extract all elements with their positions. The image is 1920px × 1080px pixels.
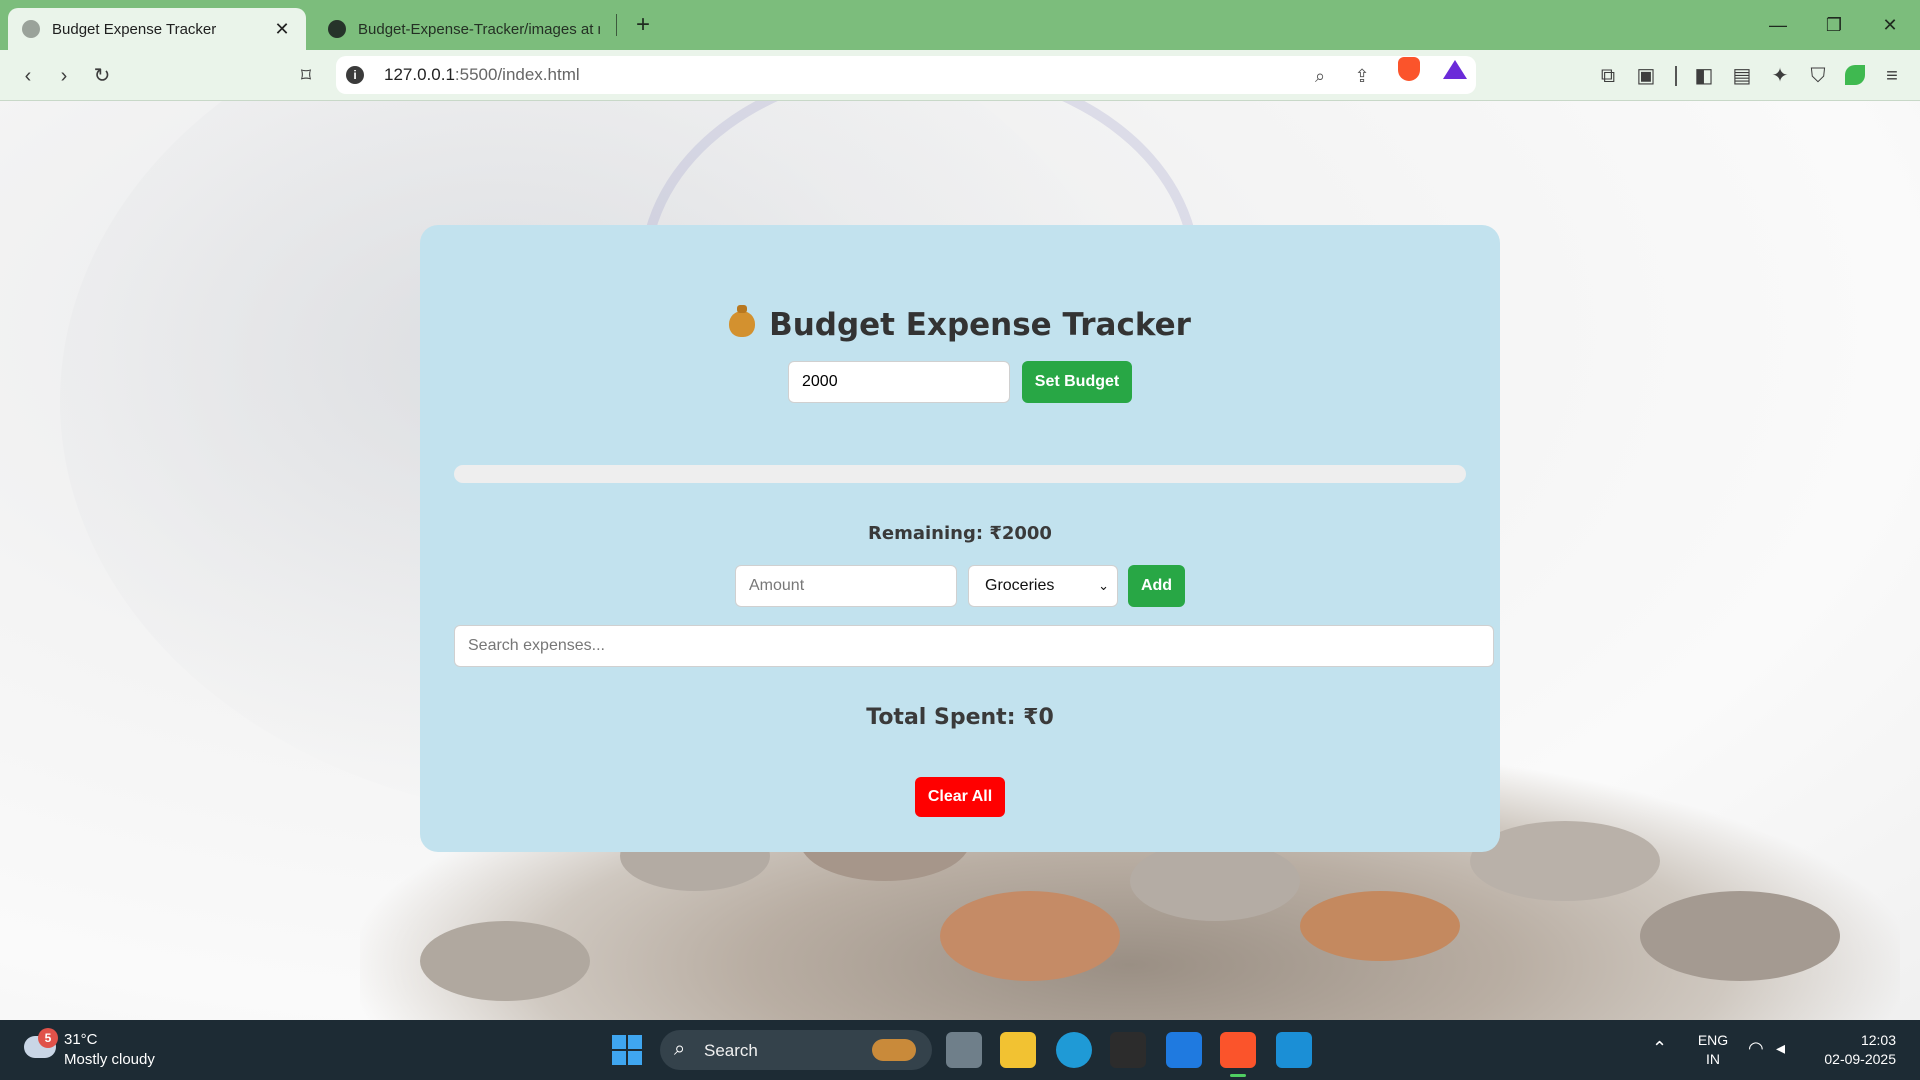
close-window-button[interactable]: ✕ [1870,10,1910,40]
system-clock[interactable]: 12:03 02-09-2025 [1810,1031,1896,1069]
category-selected: Groceries [985,577,1055,594]
brave-browser-icon[interactable] [1220,1032,1256,1077]
file-explorer-icon[interactable] [1000,1032,1036,1068]
vs-app-icon[interactable] [1110,1032,1146,1068]
background-coin [1300,891,1460,961]
tab-title: Budget Expense Tracker [52,20,217,38]
restore-button[interactable]: ❐ [1814,10,1854,40]
background-coin [420,921,590,1001]
search-highlight-icon [872,1039,916,1061]
search-expenses-input[interactable] [454,625,1494,667]
weather-badge: 5 [38,1028,58,1048]
site-info-icon[interactable]: i [346,66,364,84]
weather-condition[interactable]: Mostly cloudy [64,1051,155,1068]
extension-leaf-icon[interactable] [1845,65,1865,85]
amount-input[interactable] [735,565,957,607]
reading-mode-icon[interactable]: ▣ [1632,62,1660,90]
budget-input[interactable] [788,361,1010,403]
new-tab-button[interactable]: + [628,10,658,40]
vpn-icon[interactable]: ⛉ [1804,62,1832,90]
edge-browser-icon[interactable] [1056,1032,1092,1068]
url-text[interactable]: 127.0.0.1:5500/index.html [384,65,580,85]
background-coin [1640,891,1840,981]
tab-divider [616,14,617,36]
forward-icon[interactable]: › [50,62,78,90]
toolbar-divider [1675,66,1677,86]
chevron-down-icon: ⌄ [1098,578,1109,593]
clear-all-button[interactable]: Clear All [915,777,1005,817]
browser-toolbar: ‹ › ↻ ⌑ i 127.0.0.1:5500/index.html ⌕ ⇪ … [0,50,1920,101]
region-code: IN [1706,1051,1720,1067]
language-indicator[interactable]: ENG IN [1695,1031,1731,1069]
zoom-icon[interactable]: ⌕ [1308,64,1332,88]
windows-start-icon[interactable] [612,1035,642,1065]
search-icon: ⌕ [674,1038,686,1060]
page-viewport: Budget Expense Tracker Set Budget Remain… [0,101,1920,1020]
browser-tab-bar: Budget Expense Tracker ✕ Budget-Expense-… [0,0,1920,50]
task-view-icon[interactable] [946,1032,982,1068]
money-bag-icon [729,305,756,337]
weather-temperature[interactable]: 31°C [64,1031,98,1048]
vscode-icon[interactable] [1276,1032,1312,1068]
total-spent-text: Total Spent: ₹0 [866,705,1054,730]
sidebar-icon[interactable]: ◧ [1690,62,1718,90]
tab-github-images[interactable]: Budget-Expense-Tracker/images at m [314,8,614,50]
wifi-icon[interactable]: ◠ [1748,1038,1764,1059]
tab-budget-expense-tracker[interactable]: Budget Expense Tracker ✕ [8,8,306,50]
tab-title: Budget-Expense-Tracker/images at m [358,20,600,38]
category-select[interactable]: Groceries ⌄ [968,565,1118,607]
globe-icon [22,20,40,38]
brave-rewards-icon[interactable] [1443,60,1467,79]
set-budget-button[interactable]: Set Budget [1022,361,1132,403]
clock-time: 12:03 [1860,1032,1896,1048]
clock-date: 02-09-2025 [1824,1051,1896,1067]
leo-ai-icon[interactable]: ✦ [1766,62,1794,90]
bookmark-icon[interactable]: ⌑ [292,62,320,90]
windows-taskbar: 5 31°C Mostly cloudy ⌕ Search ⌃ ENG IN ◠… [0,1020,1920,1080]
chevron-up-icon[interactable]: ⌃ [1652,1038,1667,1059]
app-title: Budget Expense Tracker [420,305,1500,343]
brave-shields-icon[interactable] [1398,57,1420,81]
address-bar[interactable]: i 127.0.0.1:5500/index.html ⌕ ⇪ [336,56,1476,94]
minimize-button[interactable]: — [1758,10,1798,40]
budget-progress-bar [454,465,1466,483]
taskbar-search[interactable]: ⌕ Search [660,1030,932,1070]
wallet-icon[interactable]: ▤ [1728,62,1756,90]
menu-icon[interactable]: ≡ [1878,62,1906,90]
language-code: ENG [1697,1032,1729,1048]
background-coin [940,891,1120,981]
reload-icon[interactable]: ↻ [88,62,116,90]
tracker-card: Budget Expense Tracker Set Budget Remain… [420,225,1500,852]
add-expense-button[interactable]: Add [1128,565,1185,607]
share-icon[interactable]: ⇪ [1350,64,1374,88]
extensions-icon[interactable]: ⧉ [1594,62,1622,90]
github-icon [328,20,346,38]
h-app-icon[interactable] [1166,1032,1202,1068]
volume-icon[interactable]: ◂ [1776,1038,1785,1059]
close-tab-icon[interactable]: ✕ [272,19,292,40]
remaining-text: Remaining: ₹2000 [868,523,1052,544]
back-icon[interactable]: ‹ [14,62,42,90]
background-coin [1130,841,1300,921]
taskbar-search-label: Search [704,1041,758,1060]
